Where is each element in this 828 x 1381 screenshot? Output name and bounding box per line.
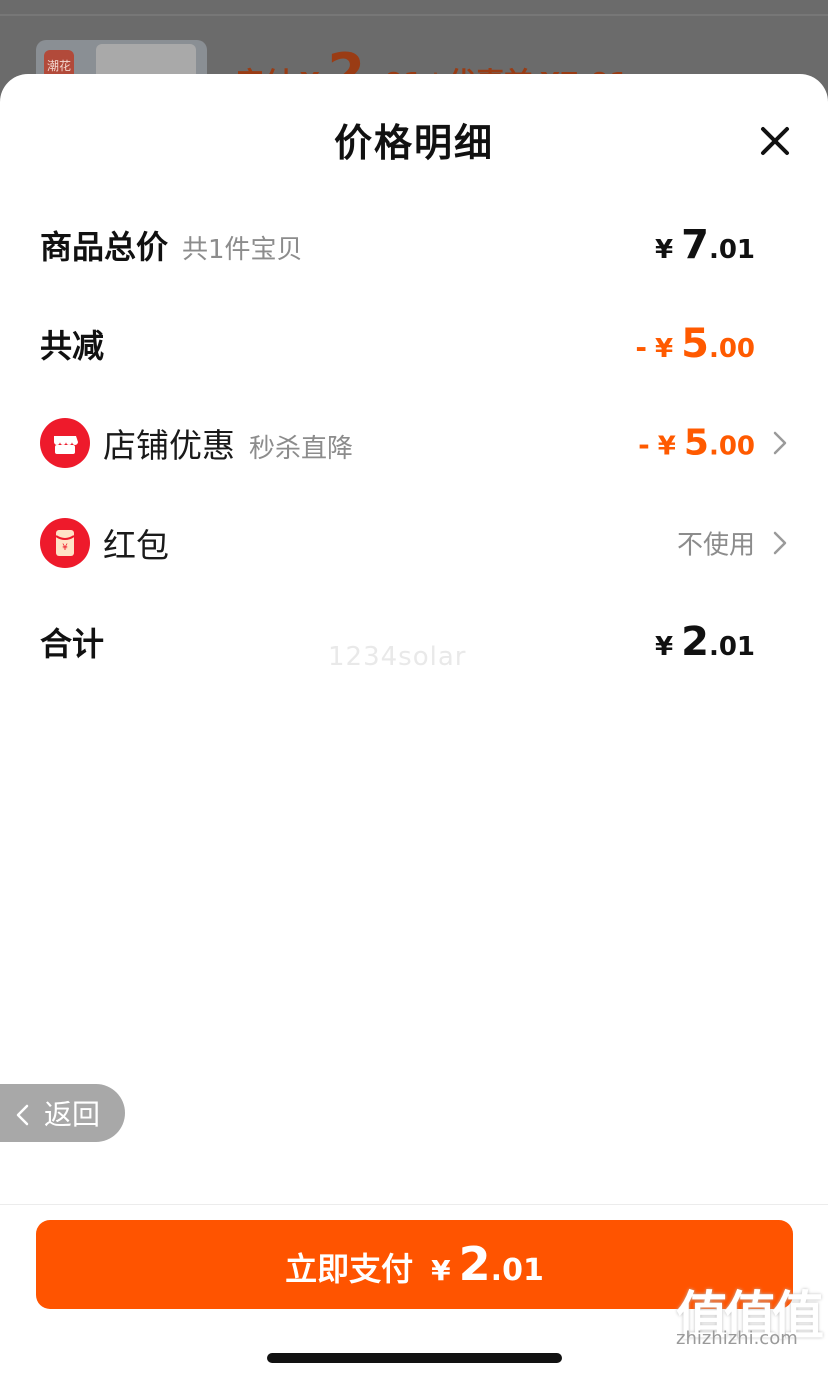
store-discount-int: 5 (683, 422, 709, 464)
reduction-value: - ¥ 5 .00 (635, 321, 755, 367)
site-watermark-domain: zhizhizhi.com (676, 1328, 798, 1349)
store-discount-value: - ¥ 5 .00 (638, 423, 755, 464)
site-watermark-logo: 值值值 zhizhizhi.com (676, 1274, 826, 1356)
pay-now-label: 立即支付 (285, 1250, 414, 1288)
total-yen: ¥ (655, 632, 674, 662)
total-label: 合计 (40, 625, 105, 663)
reduction-yen: ¥ (655, 334, 674, 364)
svg-text:¥: ¥ (62, 543, 68, 553)
reduction-row: 共减 - ¥ 5 .00 (0, 304, 828, 384)
pay-now-dec: .01 (490, 1253, 544, 1288)
reduction-int: 5 (681, 321, 709, 367)
red-packet-label: 红包 (103, 526, 169, 565)
subtotal-value: ¥ 7 .01 (655, 222, 755, 268)
total-int: 2 (681, 619, 709, 665)
chevron-right-icon (772, 530, 788, 556)
store-discount-row[interactable]: 店铺优惠 秒杀直降 - ¥ 5 .00 (0, 403, 828, 483)
subtotal-label: 商品总价 共1件宝贝 (40, 222, 303, 268)
pay-now-yen: ¥ (431, 1254, 451, 1287)
subtotal-dec: .01 (708, 235, 755, 265)
chevron-right-icon (772, 430, 788, 456)
total-dec: .01 (708, 632, 755, 662)
close-icon (761, 127, 789, 155)
red-packet-row[interactable]: ¥ 红包 不使用 (0, 503, 828, 583)
home-indicator[interactable] (267, 1353, 562, 1363)
watermark: 1234solar (328, 642, 467, 672)
store-discount-minus: - (638, 428, 650, 462)
footer-divider (0, 1204, 828, 1205)
back-button[interactable]: 返回 (0, 1084, 125, 1142)
subtotal-row: 商品总价 共1件宝贝 ¥ 7 .01 (0, 205, 828, 285)
store-discount-label: 店铺优惠 秒杀直降 (103, 419, 353, 467)
subtotal-count: 共1件宝贝 (182, 235, 303, 265)
reduction-label: 共减 (40, 327, 105, 365)
store-discount-yen: ¥ (657, 431, 676, 462)
background-divider (0, 14, 828, 16)
price-detail-sheet: 价格明细 商品总价 共1件宝贝 ¥ 7 .01 共减 - ¥ 5 .00 店铺优… (0, 74, 828, 1381)
store-discount-type: 秒杀直降 (249, 434, 354, 464)
chevron-left-icon (14, 1101, 30, 1126)
store-discount-dec: .00 (708, 431, 755, 462)
subtotal-yen: ¥ (655, 235, 674, 265)
sheet-title: 价格明细 (333, 121, 494, 165)
subtotal-label-text: 商品总价 (40, 228, 169, 266)
subtotal-int: 7 (681, 222, 709, 268)
back-label: 返回 (44, 1098, 101, 1131)
reduction-minus: - (635, 331, 647, 364)
close-button[interactable] (754, 120, 796, 162)
pay-now-int: 2 (458, 1237, 491, 1291)
store-discount-label-text: 店铺优惠 (103, 426, 235, 465)
red-packet-icon: ¥ (40, 518, 90, 568)
reduction-dec: .00 (708, 334, 755, 364)
total-value: ¥ 2 .01 (655, 619, 755, 665)
store-icon (40, 418, 90, 468)
red-packet-value: 不使用 (676, 530, 755, 561)
